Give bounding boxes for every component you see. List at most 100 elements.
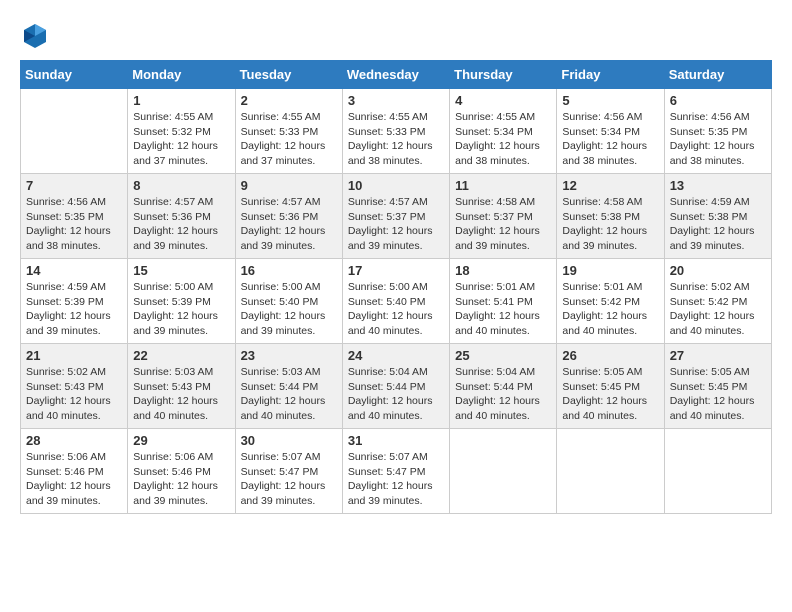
calendar-cell <box>664 429 771 514</box>
day-number: 22 <box>133 348 229 363</box>
page-header <box>20 20 772 50</box>
calendar-cell: 10 Sunrise: 4:57 AM Sunset: 5:37 PM Dayli… <box>342 174 449 259</box>
calendar-header-row: SundayMondayTuesdayWednesdayThursdayFrid… <box>21 61 772 89</box>
calendar-header-sunday: Sunday <box>21 61 128 89</box>
calendar-cell: 11 Sunrise: 4:58 AM Sunset: 5:37 PM Dayli… <box>450 174 557 259</box>
calendar-cell: 28Sunrise: 5:06 AM Sunset: 5:46 PM Dayli… <box>21 429 128 514</box>
calendar-cell: 18 Sunrise: 5:01 AM Sunset: 5:41 PM Dayli… <box>450 259 557 344</box>
day-number: 21 <box>26 348 122 363</box>
day-info: Sunrise: 5:00 AM Sunset: 5:40 PM Dayligh… <box>348 280 444 339</box>
calendar-cell <box>450 429 557 514</box>
logo <box>20 20 54 50</box>
calendar-cell: 3 Sunrise: 4:55 AM Sunset: 5:33 PM Daylig… <box>342 89 449 174</box>
day-info: Sunrise: 5:05 AM Sunset: 5:45 PM Dayligh… <box>562 365 658 424</box>
day-info: Sunrise: 4:56 AM Sunset: 5:35 PM Dayligh… <box>26 195 122 254</box>
day-number: 30 <box>241 433 337 448</box>
calendar-cell <box>557 429 664 514</box>
calendar-header-wednesday: Wednesday <box>342 61 449 89</box>
calendar-cell: 1 Sunrise: 4:55 AM Sunset: 5:32 PM Daylig… <box>128 89 235 174</box>
day-number: 1 <box>133 93 229 108</box>
day-info: Sunrise: 4:59 AM Sunset: 5:38 PM Dayligh… <box>670 195 766 254</box>
calendar-cell: 4 Sunrise: 4:55 AM Sunset: 5:34 PM Daylig… <box>450 89 557 174</box>
day-number: 19 <box>562 263 658 278</box>
day-number: 5 <box>562 93 658 108</box>
calendar-cell: 21 Sunrise: 5:02 AM Sunset: 5:43 PM Dayli… <box>21 344 128 429</box>
day-info: Sunrise: 5:03 AM Sunset: 5:44 PM Dayligh… <box>241 365 337 424</box>
day-info: Sunrise: 4:58 AM Sunset: 5:38 PM Dayligh… <box>562 195 658 254</box>
calendar-header-thursday: Thursday <box>450 61 557 89</box>
day-number: 16 <box>241 263 337 278</box>
day-number: 12 <box>562 178 658 193</box>
day-number: 17 <box>348 263 444 278</box>
day-number: 31 <box>348 433 444 448</box>
calendar-cell: 5 Sunrise: 4:56 AM Sunset: 5:34 PM Daylig… <box>557 89 664 174</box>
day-info: Sunrise: 5:05 AM Sunset: 5:45 PM Dayligh… <box>670 365 766 424</box>
day-info: Sunrise: 5:01 AM Sunset: 5:42 PM Dayligh… <box>562 280 658 339</box>
day-info: Sunrise: 5:00 AM Sunset: 5:39 PM Dayligh… <box>133 280 229 339</box>
day-number: 23 <box>241 348 337 363</box>
calendar-cell: 17 Sunrise: 5:00 AM Sunset: 5:40 PM Dayli… <box>342 259 449 344</box>
calendar-cell: 2 Sunrise: 4:55 AM Sunset: 5:33 PM Daylig… <box>235 89 342 174</box>
day-number: 9 <box>241 178 337 193</box>
day-number: 2 <box>241 93 337 108</box>
day-info: Sunrise: 5:06 AM Sunset: 5:46 PM Dayligh… <box>133 450 229 509</box>
calendar-week-1: 1 Sunrise: 4:55 AM Sunset: 5:32 PM Daylig… <box>21 89 772 174</box>
calendar-header-tuesday: Tuesday <box>235 61 342 89</box>
calendar-cell: 31 Sunrise: 5:07 AM Sunset: 5:47 PM Dayli… <box>342 429 449 514</box>
day-number: 8 <box>133 178 229 193</box>
day-info: Sunrise: 5:01 AM Sunset: 5:41 PM Dayligh… <box>455 280 551 339</box>
day-number: 3 <box>348 93 444 108</box>
day-number: 24 <box>348 348 444 363</box>
calendar-cell: 26 Sunrise: 5:05 AM Sunset: 5:45 PM Dayli… <box>557 344 664 429</box>
day-info: Sunrise: 5:04 AM Sunset: 5:44 PM Dayligh… <box>348 365 444 424</box>
calendar-cell: 9 Sunrise: 4:57 AM Sunset: 5:36 PM Daylig… <box>235 174 342 259</box>
day-number: 18 <box>455 263 551 278</box>
day-number: 26 <box>562 348 658 363</box>
day-number: 6 <box>670 93 766 108</box>
calendar-cell: 23 Sunrise: 5:03 AM Sunset: 5:44 PM Dayli… <box>235 344 342 429</box>
calendar-cell <box>21 89 128 174</box>
calendar-header-friday: Friday <box>557 61 664 89</box>
day-number: 25 <box>455 348 551 363</box>
day-number: 10 <box>348 178 444 193</box>
day-info: Sunrise: 5:03 AM Sunset: 5:43 PM Dayligh… <box>133 365 229 424</box>
day-info: Sunrise: 5:07 AM Sunset: 5:47 PM Dayligh… <box>348 450 444 509</box>
calendar-cell: 14 Sunrise: 4:59 AM Sunset: 5:39 PM Dayli… <box>21 259 128 344</box>
calendar-week-4: 21 Sunrise: 5:02 AM Sunset: 5:43 PM Dayli… <box>21 344 772 429</box>
calendar-header-monday: Monday <box>128 61 235 89</box>
calendar-cell: 25 Sunrise: 5:04 AM Sunset: 5:44 PM Dayli… <box>450 344 557 429</box>
calendar-table: SundayMondayTuesdayWednesdayThursdayFrid… <box>20 60 772 514</box>
calendar-cell: 8 Sunrise: 4:57 AM Sunset: 5:36 PM Daylig… <box>128 174 235 259</box>
day-info: Sunrise: 5:00 AM Sunset: 5:40 PM Dayligh… <box>241 280 337 339</box>
calendar-week-2: 7Sunrise: 4:56 AM Sunset: 5:35 PM Daylig… <box>21 174 772 259</box>
day-number: 29 <box>133 433 229 448</box>
calendar-cell: 30 Sunrise: 5:07 AM Sunset: 5:47 PM Dayli… <box>235 429 342 514</box>
calendar-cell: 24 Sunrise: 5:04 AM Sunset: 5:44 PM Dayli… <box>342 344 449 429</box>
day-info: Sunrise: 4:55 AM Sunset: 5:32 PM Dayligh… <box>133 110 229 169</box>
calendar-header-saturday: Saturday <box>664 61 771 89</box>
calendar-cell: 29 Sunrise: 5:06 AM Sunset: 5:46 PM Dayli… <box>128 429 235 514</box>
day-info: Sunrise: 5:04 AM Sunset: 5:44 PM Dayligh… <box>455 365 551 424</box>
day-info: Sunrise: 5:07 AM Sunset: 5:47 PM Dayligh… <box>241 450 337 509</box>
day-number: 14 <box>26 263 122 278</box>
day-number: 11 <box>455 178 551 193</box>
calendar-week-3: 14 Sunrise: 4:59 AM Sunset: 5:39 PM Dayli… <box>21 259 772 344</box>
day-info: Sunrise: 4:57 AM Sunset: 5:36 PM Dayligh… <box>133 195 229 254</box>
day-number: 20 <box>670 263 766 278</box>
day-info: Sunrise: 4:56 AM Sunset: 5:34 PM Dayligh… <box>562 110 658 169</box>
day-info: Sunrise: 4:57 AM Sunset: 5:36 PM Dayligh… <box>241 195 337 254</box>
calendar-cell: 7Sunrise: 4:56 AM Sunset: 5:35 PM Daylig… <box>21 174 128 259</box>
day-info: Sunrise: 4:59 AM Sunset: 5:39 PM Dayligh… <box>26 280 122 339</box>
day-info: Sunrise: 4:57 AM Sunset: 5:37 PM Dayligh… <box>348 195 444 254</box>
calendar-cell: 12 Sunrise: 4:58 AM Sunset: 5:38 PM Dayli… <box>557 174 664 259</box>
day-info: Sunrise: 4:55 AM Sunset: 5:34 PM Dayligh… <box>455 110 551 169</box>
day-info: Sunrise: 4:55 AM Sunset: 5:33 PM Dayligh… <box>241 110 337 169</box>
calendar-cell: 27Sunrise: 5:05 AM Sunset: 5:45 PM Dayli… <box>664 344 771 429</box>
day-info: Sunrise: 5:02 AM Sunset: 5:43 PM Dayligh… <box>26 365 122 424</box>
calendar-cell: 20Sunrise: 5:02 AM Sunset: 5:42 PM Dayli… <box>664 259 771 344</box>
day-number: 4 <box>455 93 551 108</box>
day-info: Sunrise: 4:58 AM Sunset: 5:37 PM Dayligh… <box>455 195 551 254</box>
day-number: 13 <box>670 178 766 193</box>
day-info: Sunrise: 4:55 AM Sunset: 5:33 PM Dayligh… <box>348 110 444 169</box>
day-number: 28 <box>26 433 122 448</box>
